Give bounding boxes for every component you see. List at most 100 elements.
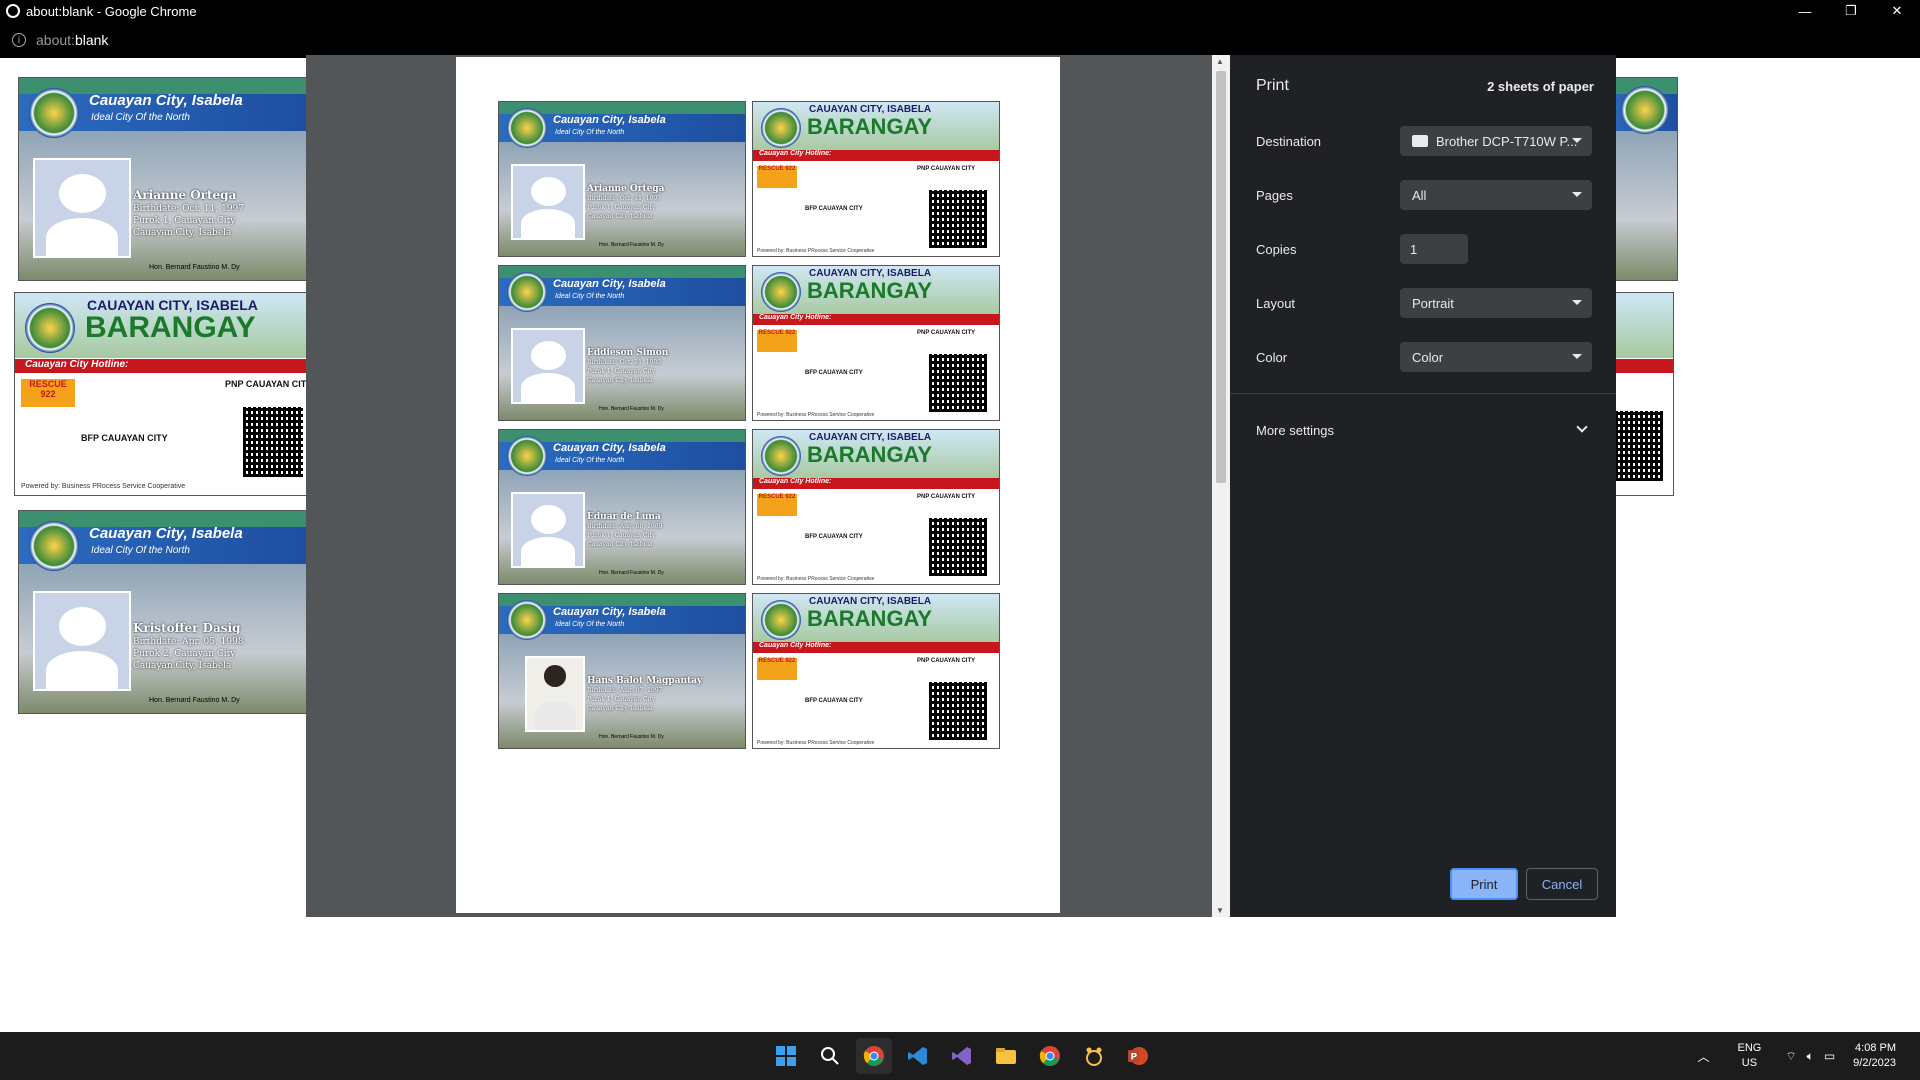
color-select[interactable]: Color: [1400, 342, 1592, 372]
id-card-back: CAUAYAN CITY, ISABELA BARANGAY Cauayan C…: [14, 292, 308, 496]
mayor-signature: Hon. Bernard Faustino M. Dy: [149, 264, 240, 271]
volume-icon[interactable]: 🔈︎: [1807, 1049, 1814, 1064]
close-button[interactable]: ✕: [1874, 0, 1920, 22]
id-card-front: Cauayan City, Isabela Ideal City Of the …: [498, 593, 746, 749]
print-title: Print: [1256, 77, 1289, 94]
minimize-button[interactable]: —: [1782, 0, 1828, 22]
scrollbar-thumb[interactable]: [1216, 71, 1226, 483]
id-card-back: CAUAYAN CITY, ISABELA BARANGAY Cauayan C…: [752, 265, 1000, 421]
more-settings-toggle[interactable]: More settings: [1256, 423, 1334, 438]
mayor-signature: Hon. Bernard Faustino M. Dy: [599, 242, 664, 248]
vscode-icon[interactable]: [900, 1038, 936, 1074]
scroll-up-icon[interactable]: ▲: [1216, 57, 1224, 66]
taskbar: P ︿ ENG US ⌔ 🔈︎ ▭ 4:08 PM 9/2/2023: [0, 1032, 1920, 1080]
battery-icon[interactable]: ▭: [1824, 1049, 1835, 1064]
chevron-up-icon[interactable]: ︿: [1697, 1048, 1709, 1065]
card-back-brand: BARANGAY: [807, 442, 933, 467]
rescue-logo: RESCUE 922: [757, 658, 797, 680]
search-icon[interactable]: [812, 1038, 848, 1074]
copies-input[interactable]: 1: [1400, 234, 1468, 264]
id-card-front: Cauayan City, Isabela Ideal City Of the …: [498, 101, 746, 257]
layout-value: Portrait: [1412, 295, 1454, 311]
card-tagline: Ideal City Of the North: [555, 293, 625, 300]
qr-code: [929, 354, 987, 412]
pages-select[interactable]: All: [1400, 180, 1592, 210]
wifi-icon[interactable]: ⌔: [1785, 1049, 1796, 1064]
cancel-button[interactable]: Cancel: [1526, 868, 1598, 900]
card-birthdate: Birthdate: Oct. 11, 1997: [133, 204, 245, 214]
bfp-label: BFP CAUAYAN CITY: [81, 433, 168, 443]
id-photo: [525, 656, 585, 732]
chevron-down-icon: [1572, 354, 1582, 359]
powered-by: Powered by: Business PRocess Service Coo…: [757, 412, 875, 418]
chrome-icon[interactable]: [856, 1038, 892, 1074]
city-seal-icon: [507, 436, 547, 476]
card-tagline: Ideal City Of the North: [555, 621, 625, 628]
settings-divider: [1230, 393, 1616, 394]
visual-studio-icon[interactable]: [944, 1038, 980, 1074]
system-icons[interactable]: ⌔ 🔈︎ ▭: [1785, 1049, 1835, 1064]
card-birthdate: Birthdate: Aug. 07, 1997: [587, 687, 663, 694]
card-back-brand: BARANGAY: [85, 311, 256, 344]
card-tagline: Ideal City Of the North: [555, 129, 625, 136]
window-title: about:blank - Google Chrome: [26, 3, 197, 19]
paw-app-icon[interactable]: [1076, 1038, 1112, 1074]
card-back-brand: BARANGAY: [807, 114, 933, 139]
sheet-count: 2 sheets of paper: [1487, 79, 1594, 94]
color-label: Color: [1256, 350, 1288, 365]
card-city: Cauayan City, Isabela: [553, 278, 666, 290]
hotline-banner: Cauayan City Hotline:: [753, 478, 999, 489]
windows-start-icon[interactable]: [768, 1038, 804, 1074]
card-name: Arianne Ortega: [587, 184, 665, 194]
card-city: Cauayan City, Isabela: [553, 606, 666, 618]
preview-scrollbar[interactable]: ▲ ▼: [1212, 55, 1230, 917]
rescue-logo: RESCUE 922: [21, 379, 75, 407]
preview-sheet: Cauayan City, Isabela Ideal City Of the …: [456, 57, 1060, 913]
pnp-label: PNP CAUAYAN CITY: [917, 330, 976, 336]
card-city: Cauayan City, Isabela: [89, 92, 243, 109]
city-seal-icon: [507, 600, 547, 640]
id-card-back: CAUAYAN CITY, ISABELA BARANGAY Cauayan C…: [752, 593, 1000, 749]
city-seal-icon: [761, 436, 801, 476]
hotline-banner: Cauayan City Hotline:: [15, 359, 307, 373]
url-host: blank: [74, 32, 109, 48]
url-prefix: about:: [36, 32, 75, 48]
id-photo: [511, 328, 585, 404]
mayor-signature: Hon. Bernard Faustino M. Dy: [599, 406, 664, 412]
file-explorer-icon[interactable]: [988, 1038, 1024, 1074]
restore-button[interactable]: ❐: [1828, 0, 1874, 22]
card-name: Arianne Ortega: [133, 188, 237, 202]
language-indicator[interactable]: ENG US: [1738, 1041, 1762, 1072]
hotline-banner: Cauayan City Hotline:: [753, 642, 999, 653]
print-button[interactable]: Print: [1450, 868, 1518, 900]
address-bar[interactable]: i about: blank: [0, 22, 1920, 58]
city-seal-icon: [25, 303, 75, 353]
qr-code: [929, 518, 987, 576]
chrome-icon[interactable]: [1032, 1038, 1068, 1074]
rescue-logo: RESCUE 922: [757, 330, 797, 352]
clock[interactable]: 4:08 PM 9/2/2023: [1853, 1041, 1896, 1072]
print-preview[interactable]: Cauayan City, Isabela Ideal City Of the …: [306, 55, 1230, 917]
id-photo: [33, 591, 131, 691]
printer-icon: [1412, 135, 1428, 147]
pnp-label: PNP CAUAYAN CITY: [917, 494, 976, 500]
destination-select[interactable]: Brother DCP-T710W P...: [1400, 126, 1592, 156]
city-seal-icon: [29, 88, 79, 138]
bfp-label: BFP CAUAYAN CITY: [805, 534, 863, 540]
powerpoint-icon[interactable]: P: [1120, 1038, 1156, 1074]
card-tagline: Ideal City Of the North: [555, 457, 625, 464]
hotline-banner: Cauayan City Hotline:: [753, 314, 999, 325]
info-icon[interactable]: i: [12, 33, 26, 47]
scroll-down-icon[interactable]: ▼: [1216, 906, 1224, 915]
card-address: Purok 2, Cauayan City: [133, 649, 236, 659]
card-birthdate: Birthdate: Oct. 11, 1997: [587, 195, 662, 202]
card-address: Purok 1, Cauayan City: [587, 204, 656, 211]
chevron-down-icon[interactable]: [1576, 421, 1588, 433]
layout-select[interactable]: Portrait: [1400, 288, 1592, 318]
chevron-down-icon: [1572, 138, 1582, 143]
card-name: Hans Balot Magpantay: [587, 676, 703, 686]
card-back-brand: BARANGAY: [807, 606, 933, 631]
clock-date: 9/2/2023: [1853, 1057, 1896, 1069]
id-card-front: Cauayan City, Isabela Ideal City Of the …: [498, 429, 746, 585]
mayor-signature: Hon. Bernard Faustino M. Dy: [149, 697, 240, 704]
